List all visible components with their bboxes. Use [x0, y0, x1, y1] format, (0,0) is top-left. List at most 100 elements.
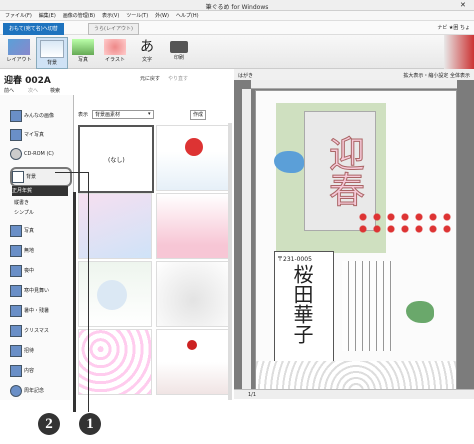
folder-icon — [10, 128, 22, 141]
sidebar-item-mourning[interactable]: 喪中 — [10, 263, 68, 279]
photo-icon — [72, 39, 94, 55]
chevron-down-icon[interactable]: ▾ — [148, 111, 151, 117]
menu-edit[interactable]: 編集(E) — [39, 11, 56, 21]
undo-button[interactable]: 元に戻す — [140, 75, 160, 82]
sidebar-item-photo[interactable]: 写真 — [10, 223, 68, 239]
recipient-name: 桜田華子 — [290, 264, 314, 344]
folder-icon — [10, 109, 22, 122]
sidebar-item-background[interactable]: 背景 — [10, 167, 72, 187]
ribbon-text-button[interactable]: あ 文字 — [132, 37, 162, 67]
title-bar: 筆ぐるめ for Windows ✕ — [0, 0, 474, 11]
create-button[interactable]: 作成 — [190, 110, 207, 120]
ribbon-illustration-button[interactable]: イラスト — [100, 37, 130, 67]
search-link[interactable]: 検索 — [50, 87, 60, 94]
callout-line-1-vertical — [88, 172, 89, 412]
sidebar-item-vertical[interactable]: 縦書き — [14, 198, 72, 208]
thumbnail-pattern[interactable] — [78, 329, 152, 395]
next-link[interactable]: 次へ — [28, 87, 38, 94]
callout-line-2-vertical — [73, 192, 76, 412]
menu-images[interactable]: 画像の管理(B) — [63, 11, 95, 21]
sidebar-item-simple[interactable]: シンプル — [14, 208, 72, 218]
background-thumbnail-grid: (なし) — [74, 123, 232, 400]
circle-icon — [97, 280, 127, 310]
photo-folder-icon — [10, 224, 22, 237]
thumbnail-green[interactable] — [78, 261, 152, 327]
sidebar-item-christmas[interactable]: クリスマス — [10, 323, 68, 339]
category-dropdown[interactable]: 背景画素材 — [92, 110, 154, 119]
folder-icon — [10, 304, 22, 317]
ribbon-print-label: 印刷 — [173, 55, 184, 61]
ribbon-photo-label: 写真 — [77, 57, 88, 63]
ribbon-background-button[interactable]: 背景 — [36, 37, 68, 69]
sidebar-item-new-year[interactable]: 正月年賀 — [12, 186, 68, 196]
sidebar-item-shared[interactable]: みんなの画像 — [10, 108, 68, 124]
horizontal-ruler — [251, 80, 457, 89]
menu-file[interactable]: ファイル(F) — [5, 11, 32, 21]
ribbon-brand-accent — [444, 35, 474, 69]
illustration-icon — [104, 39, 126, 55]
header-right-controls[interactable]: ナビ ★困 ちょ — [437, 24, 470, 31]
category-sidebar: みんなの画像 マイ写真 CD-ROM (C) 背景 正月年賀 縦書き シンプル … — [0, 95, 74, 400]
thumbnail-mountain[interactable] — [156, 329, 230, 395]
folder-icon — [10, 344, 22, 357]
menu-help[interactable]: ヘルプ(H) — [176, 11, 199, 21]
plum-blossom-branch — [356, 211, 456, 235]
window-title: 筆ぐるめ for Windows — [205, 4, 269, 11]
sidebar-item-plain[interactable]: 無地 — [10, 243, 68, 259]
sidebar-item-winter[interactable]: 寒中見舞い — [10, 283, 68, 299]
menu-tools[interactable]: ツール(T) — [126, 11, 148, 21]
zoom-controls[interactable]: 拡大表示・縮小設定 全体表示 — [403, 72, 470, 79]
text-icon: あ — [140, 39, 154, 55]
close-icon[interactable]: ✕ — [460, 1, 470, 9]
menu-view[interactable]: 表示(V) — [102, 11, 119, 21]
thumbnail-silver[interactable] — [156, 261, 230, 327]
sidebar-item-invitation[interactable]: 招待 — [10, 343, 68, 359]
menu-window[interactable]: 外(W) — [155, 11, 169, 21]
folder-icon — [10, 244, 22, 257]
menu-bar: ファイル(F) 編集(E) 画像の管理(B) 表示(V) ツール(T) 外(W)… — [0, 11, 474, 21]
tab-bar: おもて(宛て名)へ切替 うら(レイアウト) ナビ ★困 ちょ — [0, 21, 474, 35]
preview-label: はがき — [238, 73, 254, 79]
thumbnail-none[interactable]: (なし) — [78, 125, 154, 193]
ribbon-background-label: 背景 — [46, 60, 57, 66]
sidebar-item-my-photos[interactable]: マイ写真 — [10, 127, 68, 143]
sun-icon — [187, 340, 197, 350]
callout-2: 2 — [38, 413, 60, 435]
folder-icon — [10, 364, 22, 377]
message-text-block — [342, 261, 392, 351]
filter-row: 表示 背景画素材 ▾ 作成 — [78, 110, 230, 120]
ribbon-print-button[interactable]: 印刷 — [164, 37, 194, 67]
ribbon: レイアウト 背景 写真 イラスト あ 文字 印刷 — [0, 35, 474, 69]
ribbon-layout-button[interactable]: レイアウト — [4, 37, 34, 67]
grid-scrollbar[interactable] — [228, 123, 232, 400]
sidebar-item-cdrom[interactable]: CD-ROM (C) — [10, 146, 68, 162]
tab-back[interactable]: うら(レイアウト) — [88, 23, 139, 35]
thumbnail-red-sun[interactable] — [156, 125, 230, 191]
ribbon-text-label: 文字 — [141, 57, 152, 63]
sidebar-item-contents[interactable]: 内容 — [10, 363, 68, 379]
tab-front[interactable]: おもて(宛て名)へ切替 — [3, 23, 64, 35]
sidebar-item-summer[interactable]: 暑中・残暑 — [10, 303, 68, 319]
preview-status-bar: 1/1 — [234, 389, 474, 399]
redo-button[interactable]: やり直す — [168, 75, 188, 82]
preview-toolbar: はがき 拡大表示・縮小設定 全体表示 — [234, 69, 474, 80]
sidebar-item-anniversary[interactable]: 周年記念 — [10, 383, 68, 399]
document-title: 迎春 002A — [4, 76, 51, 86]
filter-label: 表示 — [78, 112, 89, 118]
folder-icon — [10, 264, 22, 277]
background-folder-icon — [12, 170, 24, 183]
wave-pattern — [256, 361, 456, 391]
thumbnail-pink[interactable] — [156, 193, 230, 259]
postal-code: 〒231-0005 — [277, 256, 312, 263]
folder-icon — [10, 324, 22, 337]
bird-icon — [406, 301, 434, 323]
callout-1: 1 — [79, 413, 101, 435]
postcard-canvas[interactable]: 迎春 〒231-0005 桜田華子 — [255, 90, 457, 392]
ribbon-photo-button[interactable]: 写真 — [68, 37, 98, 67]
bird-icon — [274, 151, 304, 173]
cd-icon — [10, 147, 22, 160]
address-block: 〒231-0005 桜田華子 — [274, 251, 334, 371]
background-icon — [40, 40, 64, 58]
thumbnail-pastel[interactable] — [78, 193, 152, 259]
prev-link[interactable]: 前へ — [4, 87, 14, 94]
